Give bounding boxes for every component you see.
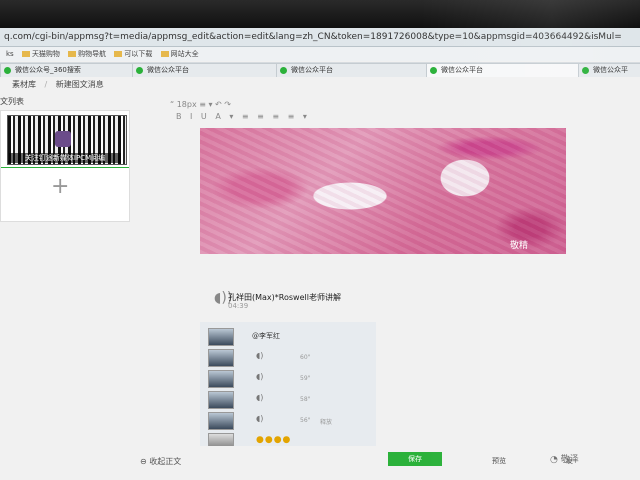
tab[interactable]: 微信公众平 (578, 63, 640, 77)
audio-card[interactable]: ◖)) 孔祥田(Max)*Roswell老师讲解 04:39 (200, 286, 440, 316)
tab-strip: 微信公众号_360搜索 × 微信公众平台 × 微信公众平台 × 微信公众平台 ×… (0, 62, 640, 77)
save-button[interactable]: 保存 (388, 452, 442, 466)
voice-message-icon: ◖) (256, 414, 264, 423)
avatar (208, 391, 234, 409)
tab-label: 微信公众平 (593, 66, 628, 74)
toolbar-row-format[interactable]: “ 18px ≡ ▾ ↶ ↷ (170, 100, 231, 109)
voice-duration: 59" (300, 375, 311, 382)
tab-label: 微信公众平台 (291, 66, 333, 74)
image-watermark: 敬精 (510, 241, 529, 251)
tab-active[interactable]: 微信公众平台 × (426, 63, 590, 77)
breadcrumb: 素材库 / 新建图文消息 (0, 78, 640, 92)
editor-footer: ⊖ 收起正文 保存 预览 发 (0, 446, 640, 480)
tab[interactable]: 微信公众平台 × (276, 63, 438, 77)
wechat-icon (280, 67, 287, 74)
chat-row: @李军红 (208, 328, 368, 346)
article-list-panel: 关注钉途新媒体IPCM阅编 + (0, 110, 130, 222)
tab[interactable]: 微信公众平台 × (132, 63, 288, 77)
add-article-icon[interactable]: + (51, 176, 69, 198)
folder-icon (68, 51, 77, 57)
folder-icon (21, 51, 30, 57)
bookmark-item[interactable]: 可以下载 (114, 50, 152, 58)
source-watermark: ◔ 敬泽 (550, 455, 579, 465)
voice-message-icon: ◖) (256, 372, 264, 381)
breadcrumb-separator: / (44, 80, 48, 89)
chat-screenshot: @李军红 ◖) 60" ◖) 59" ◖) 58" ◖) 56" 释放 ●●●● (200, 322, 376, 454)
tab-label: 微信公众平台 (147, 66, 189, 74)
bookmark-item[interactable]: 天猫购物 (21, 50, 60, 58)
emoji-reaction-icon: ●●●● (256, 435, 292, 445)
tab[interactable]: 微信公众号_360搜索 × (0, 63, 144, 77)
avatar (208, 349, 234, 367)
selected-indicator (1, 167, 129, 168)
voice-duration: 58" (300, 396, 311, 403)
breadcrumb-back-link[interactable]: 素材库 (12, 80, 36, 89)
audio-duration: 04:39 (228, 302, 249, 310)
url-text[interactable]: q.com/cgi-bin/appmsg?t=media/appmsg_edit… (0, 32, 622, 42)
address-bar[interactable]: q.com/cgi-bin/appmsg?t=media/appmsg_edit… (0, 28, 640, 47)
folder-icon (114, 51, 123, 57)
chat-row: ◖) 58" (208, 391, 368, 409)
voice-duration: 60" (300, 354, 311, 361)
article-list-label: 文列表 (0, 97, 24, 106)
wechat-icon (430, 67, 437, 74)
bookmark-item[interactable]: 购物导航 (68, 50, 106, 58)
wechat-icon (136, 67, 143, 74)
thumbnail-caption: 关注钉途新媒体IPCM阅编 (9, 153, 121, 163)
voice-duration: 56" (300, 417, 311, 424)
chat-mention: @李军红 (252, 332, 280, 340)
tab-label: 微信公众平台 (441, 66, 483, 74)
bookmarks-bar: ks 天猫购物 购物导航 可以下载 网站大全 (0, 47, 640, 61)
preview-button[interactable]: 预览 (492, 456, 506, 466)
toolbar-row-style[interactable]: B I U A ▾ ≡ ≡ ≡ ≡ ▾ (176, 112, 310, 121)
voice-message-icon: ◖) (256, 393, 264, 402)
wechat-icon (582, 67, 589, 74)
browser-window: q.com/cgi-bin/appmsg?t=media/appmsg_edit… (0, 28, 640, 480)
voice-extra-label: 释放 (320, 419, 333, 426)
chat-row: ◖) 59" (208, 370, 368, 388)
voice-message-icon: ◖) (256, 351, 264, 360)
collapse-body-link[interactable]: ⊖ 收起正文 (140, 456, 181, 467)
histology-image (200, 128, 566, 254)
avatar (208, 370, 234, 388)
monitor-bezel (0, 0, 640, 28)
bookmark-item[interactable]: ks (6, 50, 14, 58)
editor-toolbar: “ 18px ≡ ▾ ↶ ↷ B I U A ▾ ≡ ≡ ≡ ≡ ▾ (170, 98, 500, 128)
avatar (208, 328, 234, 346)
tab-label: 微信公众号_360搜索 (15, 66, 81, 74)
folder-icon (160, 51, 169, 57)
qr-logo (55, 131, 71, 147)
chat-row: ◖) 56" 释放 (208, 412, 368, 430)
chat-row: ◖) 60" (208, 349, 368, 367)
article-content[interactable]: 敬精 (200, 128, 570, 288)
wechat-icon (4, 67, 11, 74)
avatar (208, 412, 234, 430)
breadcrumb-current: 新建图文消息 (55, 80, 104, 89)
bookmark-item[interactable]: 网站大全 (160, 50, 199, 58)
